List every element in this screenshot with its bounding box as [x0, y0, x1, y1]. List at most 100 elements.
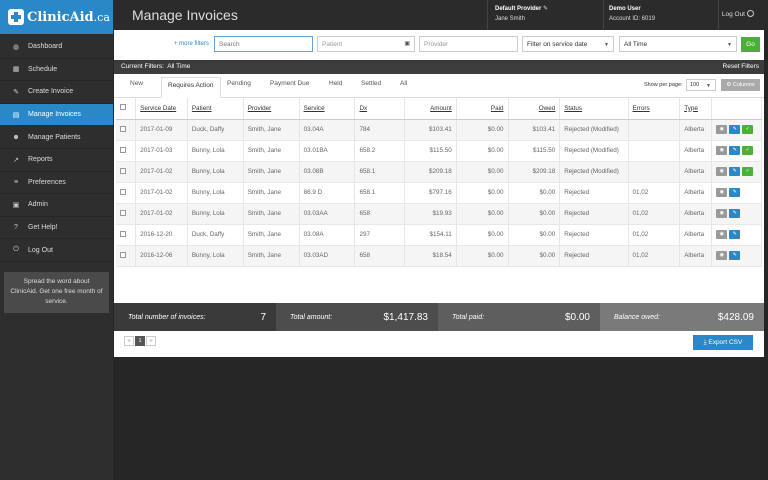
service-date-filter-select[interactable]: Filter on service date ▼ — [522, 36, 614, 52]
sidebar-item-create-invoice[interactable]: ✎ Create Invoice — [0, 81, 113, 104]
patient-field[interactable]: Patient ▣ — [317, 36, 415, 52]
user-block[interactable]: Demo User Account ID: 6019 — [609, 4, 655, 24]
view-eye-icon[interactable]: ◉ — [716, 188, 728, 197]
cell-service: 03.04A — [299, 119, 356, 141]
view-eye-icon[interactable]: ◉ — [716, 209, 728, 218]
balance-owed-value: $428.09 — [717, 311, 754, 323]
sidebar-item-manage-invoices[interactable]: ▤ Manage Invoices — [0, 103, 113, 127]
search-input[interactable] — [214, 36, 313, 52]
sidebar-item-preferences[interactable]: ≡ Preferences — [0, 172, 113, 195]
sidebar-item-reports[interactable]: ↗ Reports — [0, 149, 113, 172]
date-range-select[interactable]: All Time ▼ — [619, 36, 737, 52]
row-checkbox[interactable] — [120, 188, 126, 195]
row-checkbox[interactable] — [120, 209, 126, 216]
columns-button[interactable]: ⚙ Columns — [721, 79, 760, 91]
table-row[interactable]: 2017-01-09 Duck, Daffy Smith, Jane 03.04A 78… — [116, 119, 762, 141]
resubmit-icon[interactable]: ✓ — [742, 167, 754, 176]
row-checkbox[interactable] — [120, 251, 126, 258]
row-checkbox[interactable] — [120, 230, 126, 237]
sidebar-item-label: Dashboard — [28, 43, 63, 51]
go-button[interactable]: Go — [741, 37, 760, 52]
provider-field[interactable]: Provider — [419, 36, 518, 52]
tab-settled[interactable]: Settled — [361, 80, 381, 87]
table-row[interactable]: 2017-01-02 Bunny, Lola Smith, Jane 86.9 D 65… — [116, 182, 762, 204]
column-header-owed[interactable]: Owed — [508, 98, 561, 120]
cell-dx: 784 — [354, 119, 406, 141]
promo-box[interactable]: Spread the word about ClinicAid. Get one… — [4, 271, 109, 313]
sidebar-item-manage-patients[interactable]: ☻ Manage Patients — [0, 126, 113, 149]
table-row[interactable]: 2016-12-06 Bunny, Lola Smith, Jane 03.03AD 6… — [116, 245, 762, 267]
total-count-value: 7 — [260, 311, 266, 323]
tab-new[interactable]: New — [130, 80, 143, 87]
column-header-type[interactable]: Type — [679, 98, 713, 120]
cell-owed: $0.00 — [508, 203, 561, 225]
table-row[interactable]: 2016-12-20 Duck, Daffy Smith, Jane 03.08A 29… — [116, 224, 762, 246]
logout-button[interactable]: Log Out — [722, 10, 754, 18]
column-header-dx[interactable]: Dx — [354, 98, 406, 120]
logout-icon: ⏻ — [13, 246, 19, 254]
table-row[interactable]: 2017-01-02 Bunny, Lola Smith, Jane 03.03AA 6… — [116, 203, 762, 225]
sidebar: ClinicAid .ca ◍ Dashboard ▦ Schedule ✎ Create … — [0, 0, 113, 480]
column-header-amount[interactable]: Amount — [404, 98, 457, 120]
edit-pencil-icon[interactable]: ✎ — [729, 251, 741, 260]
tab-payment-due[interactable]: Payment Due — [270, 80, 309, 87]
row-checkbox[interactable] — [120, 146, 126, 153]
row-checkbox[interactable] — [120, 125, 126, 132]
sidebar-item-log-out[interactable]: ⏻ Log Out — [0, 239, 113, 262]
edit-pencil-icon[interactable]: ✎ — [729, 209, 741, 218]
more-filters-link[interactable]: + more filters — [174, 41, 209, 47]
sidebar-item-get-help[interactable]: ? Get Help! — [0, 217, 113, 240]
sidebar-item-dashboard[interactable]: ◍ Dashboard — [0, 36, 113, 59]
select-all-checkbox[interactable] — [120, 104, 126, 111]
column-header-errors[interactable]: Errors — [628, 98, 681, 120]
edit-pencil-icon[interactable]: ✎ — [729, 125, 741, 134]
page-1-button[interactable]: 1 — [135, 336, 145, 346]
view-eye-icon[interactable]: ◉ — [716, 146, 728, 155]
cell-service: 03.08A — [299, 224, 356, 246]
export-csv-button[interactable]: ⤓ Export CSV — [693, 335, 753, 350]
provider-block[interactable]: Default Provider ✎ Jane Smith — [495, 4, 548, 24]
row-select-cell — [116, 224, 137, 246]
sidebar-item-admin[interactable]: ▣ Admin — [0, 194, 113, 217]
column-header-status[interactable]: Status — [559, 98, 629, 120]
cell-type: Alberta — [679, 161, 713, 183]
edit-pencil-icon[interactable]: ✎ — [729, 230, 741, 239]
edit-pencil-icon[interactable]: ✎ — [729, 167, 741, 176]
column-header-provider[interactable]: Provider — [243, 98, 300, 120]
table-row[interactable]: 2017-01-02 Bunny, Lola Smith, Jane 03.08B 65… — [116, 161, 762, 183]
cell-owed: $209.18 — [508, 161, 561, 183]
column-header-patient[interactable]: Patient — [187, 98, 244, 120]
column-header-paid[interactable]: Paid — [456, 98, 509, 120]
edit-provider-icon[interactable]: ✎ — [543, 6, 548, 12]
column-header-service-date[interactable]: Service Date — [135, 98, 188, 120]
prev-page-button[interactable]: « — [124, 336, 134, 346]
view-eye-icon[interactable]: ◉ — [716, 251, 728, 260]
tab-pending[interactable]: Pending — [227, 80, 251, 87]
reset-filters-button[interactable]: Reset Filters — [723, 60, 759, 74]
cell-paid: $0.00 — [456, 203, 509, 225]
column-header-service[interactable]: Service — [299, 98, 356, 120]
user-icon: ☻ — [12, 133, 20, 141]
next-page-button[interactable]: » — [146, 336, 156, 346]
tab-requires-action[interactable]: Requires Action — [161, 77, 221, 98]
cell-date: 2017-01-02 — [135, 161, 188, 183]
per-page-select[interactable]: 100 ▼ — [686, 79, 716, 91]
cell-errors: 01,02 — [628, 203, 681, 225]
status-tabs: Show per page: 100 ▼ ⚙ Columns New Requir… — [114, 74, 764, 98]
row-checkbox[interactable] — [120, 167, 126, 174]
logo[interactable]: ClinicAid .ca — [0, 0, 113, 34]
chevron-down-icon: ▼ — [706, 83, 711, 89]
resubmit-icon[interactable]: ✓ — [742, 146, 754, 155]
view-eye-icon[interactable]: ◉ — [716, 167, 728, 176]
view-eye-icon[interactable]: ◉ — [716, 230, 728, 239]
view-eye-icon[interactable]: ◉ — [716, 125, 728, 134]
sidebar-item-label: Reports — [28, 156, 53, 164]
tab-all[interactable]: All — [400, 80, 407, 87]
edit-pencil-icon[interactable]: ✎ — [729, 146, 741, 155]
table-row[interactable]: 2017-01-03 Bunny, Lola Smith, Jane 03.01BA 6… — [116, 140, 762, 162]
sidebar-item-schedule[interactable]: ▦ Schedule — [0, 59, 113, 82]
resubmit-icon[interactable]: ✓ — [742, 125, 754, 134]
tab-held[interactable]: Held — [329, 80, 342, 87]
edit-pencil-icon[interactable]: ✎ — [729, 188, 741, 197]
total-amount: Total amount: $1,417.83 — [276, 303, 438, 331]
